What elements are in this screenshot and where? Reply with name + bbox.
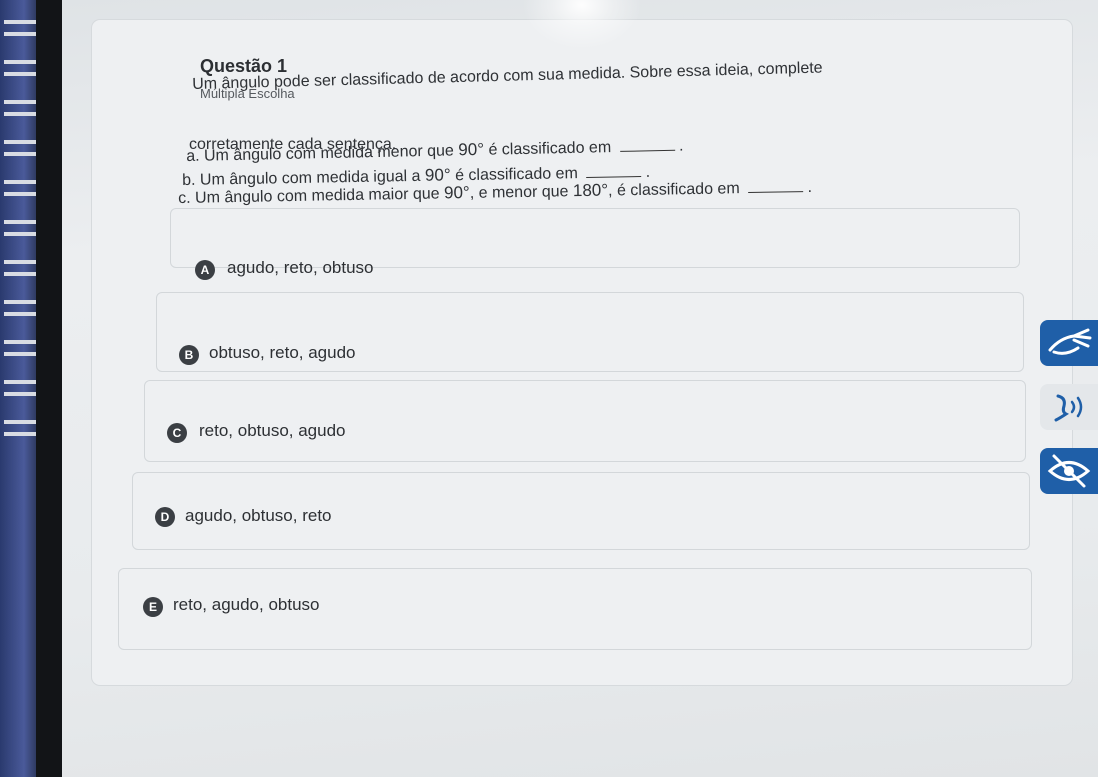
sentence-a-value: 90° <box>458 139 485 160</box>
option-c-letter: C <box>167 423 187 443</box>
sentence-b-blank <box>586 174 642 178</box>
option-a-label: agudo, reto, obtuso <box>227 258 374 277</box>
sentence-b-value: 90° <box>424 165 451 185</box>
sentence-c-text: c. Um ângulo com medida maior que <box>178 185 440 207</box>
screen-glare <box>522 0 642 50</box>
option-a[interactable]: A agudo, reto, obtuso <box>170 208 1020 280</box>
spiral-binding <box>0 0 48 777</box>
sentence-c-mid: , e menor que <box>469 183 569 202</box>
option-e-label: reto, agudo, obtuso <box>173 595 320 614</box>
option-c[interactable]: C reto, obtuso, agudo <box>144 380 1026 462</box>
option-b[interactable]: B obtuso, reto, agudo <box>156 292 1024 372</box>
sentence-c-end: , é classificado em <box>607 180 740 200</box>
sentence-c-period: . <box>807 178 813 197</box>
hide-content-button[interactable] <box>1040 448 1098 494</box>
audio-reader-button[interactable] <box>1040 384 1098 430</box>
sentence-b-period: . <box>645 163 651 181</box>
option-d[interactable]: D agudo, obtuso, reto <box>132 472 1030 550</box>
option-d-letter: D <box>155 507 175 527</box>
sign-language-button[interactable] <box>1040 320 1098 366</box>
option-d-label: agudo, obtuso, reto <box>185 506 332 525</box>
sentence-c-blank <box>748 190 804 194</box>
sign-language-icon <box>1048 328 1092 355</box>
option-a-letter: A <box>195 260 215 280</box>
option-b-letter: B <box>179 345 199 365</box>
sentence-c-value1: 90° <box>443 182 470 203</box>
sentence-a-blank <box>619 148 675 152</box>
hide-eye-icon <box>1047 454 1091 488</box>
sentence-a-end: é classificado em <box>488 139 612 159</box>
option-e[interactable]: E reto, agudo, obtuso <box>118 568 1032 650</box>
audio-reader-icon <box>1054 394 1083 422</box>
option-e-letter: E <box>143 597 163 617</box>
sentence-c-value2: 180° <box>572 180 609 201</box>
option-c-label: reto, obtuso, agudo <box>199 421 346 440</box>
option-b-label: obtuso, reto, agudo <box>209 343 356 362</box>
sentence-a-period: . <box>678 137 684 155</box>
screen: Questão 1 Múltipla Escolha Um ângulo pod… <box>62 0 1098 777</box>
